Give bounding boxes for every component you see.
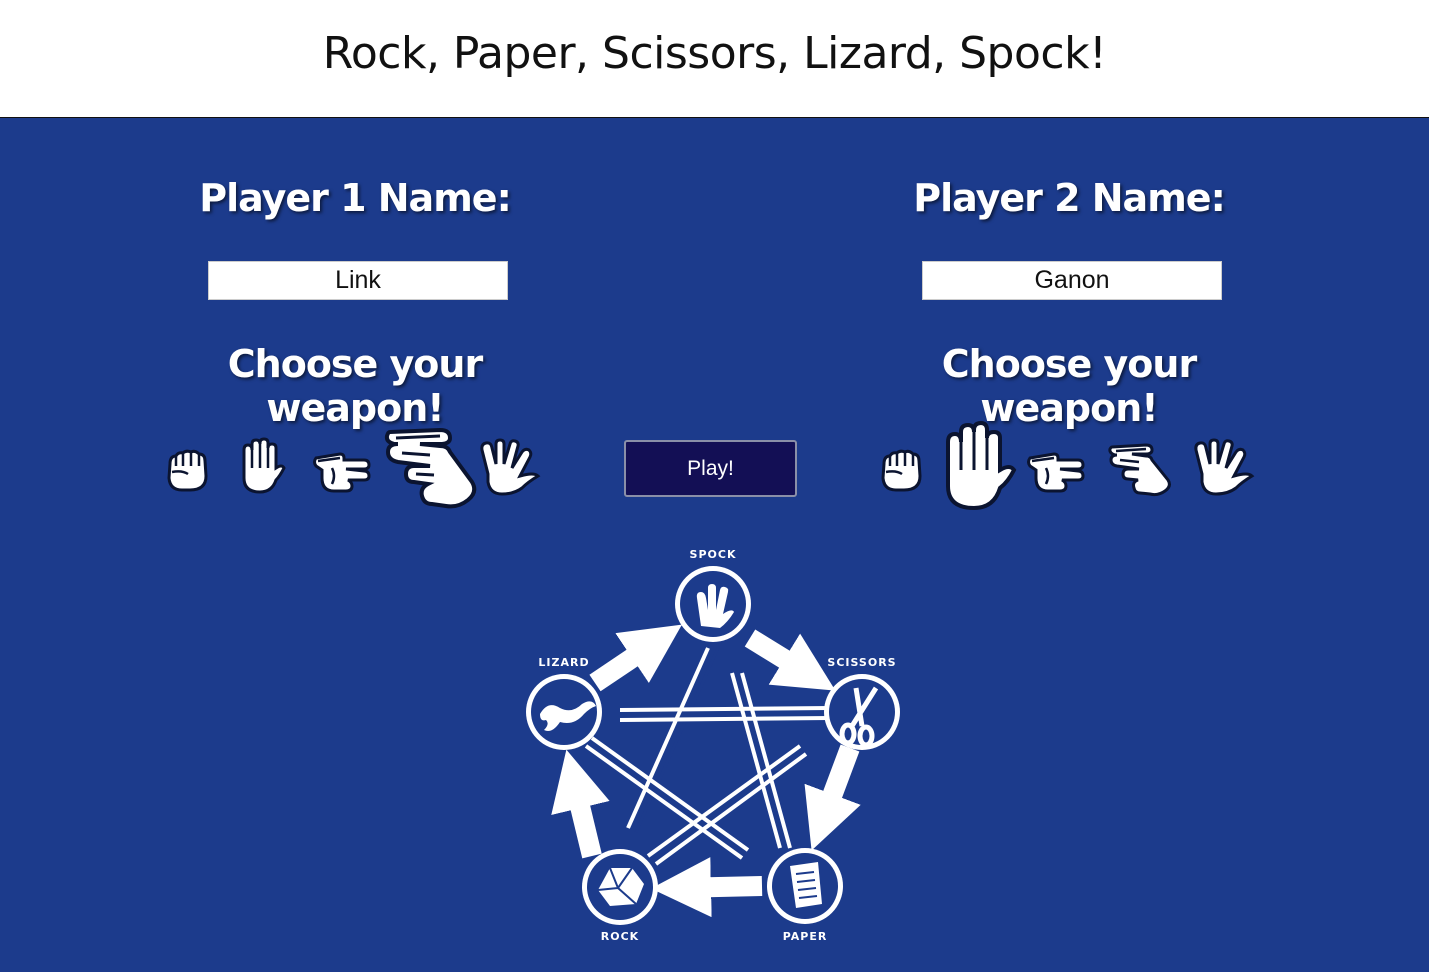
player-1-spock-button[interactable] [476,438,544,498]
play-button[interactable]: Play! [624,440,797,497]
inner-arrows [584,647,831,866]
player-2-name-input[interactable] [922,261,1222,300]
arrow-scissors-paper [804,744,861,851]
player-2-scissors-button[interactable] [1026,444,1086,496]
player-2-panel: Player 2 Name: Choose your weapon! [854,118,1284,538]
node-scissors [824,674,900,750]
rules-diagram: SPOCK SCISSORS PAPER ROCK LIZARD [500,538,930,970]
node-lizard [526,674,602,750]
player-1-scissors-button[interactable] [312,444,372,496]
arrow-paper-rock [651,857,763,918]
lizard-icon [1108,443,1171,497]
lizard-icon [384,427,477,509]
paper-icon [946,420,1017,511]
label-lizard: LIZARD [538,656,589,669]
player-2-weapons [854,416,1284,526]
rules-diagram-graphic: SPOCK SCISSORS PAPER ROCK LIZARD [526,548,900,943]
spock-icon [1194,438,1255,496]
node-rock [582,849,658,925]
player-1-name-input[interactable] [208,261,508,300]
label-paper: PAPER [783,930,828,943]
player-1-paper-button[interactable] [234,437,288,496]
arrow-paper-spock [730,672,782,849]
label-scissors: SCISSORS [827,656,896,669]
page: Rock, Paper, Scissors, Lizard, Spock! Pl… [0,0,1429,972]
player-2-title: Player 2 Name: [913,176,1226,220]
player-1-title: Player 1 Name: [199,176,512,220]
player-2-spock-button[interactable] [1190,438,1258,498]
player-2-rock-button[interactable] [876,444,928,496]
spock-icon [480,438,541,496]
page-title: Rock, Paper, Scissors, Lizard, Spock! [322,28,1107,79]
player-2-lizard-button[interactable] [1108,440,1174,498]
rock-icon [881,449,922,492]
rock-icon [167,449,208,492]
arrow-scissors-lizard [619,706,831,712]
label-rock: ROCK [601,930,639,943]
player-1-panel: Player 1 Name: Choose your weapon! [140,118,570,538]
arrow-spock-scissors [744,629,836,691]
player-1-rock-button[interactable] [162,444,214,496]
game-arena: Player 1 Name: Choose your weapon! [0,118,1429,972]
node-spock [675,566,751,642]
label-spock: SPOCK [690,548,737,561]
scissors-icon [1027,452,1085,493]
node-paper [767,848,843,924]
player-1-weapons [140,416,570,526]
scissors-icon [313,452,371,493]
arrow-rock-lizard [551,749,610,859]
arrow-lizard-spock [589,624,682,692]
player-2-paper-button[interactable] [934,420,1018,514]
arrow-spock-rock [626,647,710,829]
header: Rock, Paper, Scissors, Lizard, Spock! [0,0,1429,118]
paper-icon [242,437,286,494]
player-1-lizard-button[interactable] [384,422,480,512]
